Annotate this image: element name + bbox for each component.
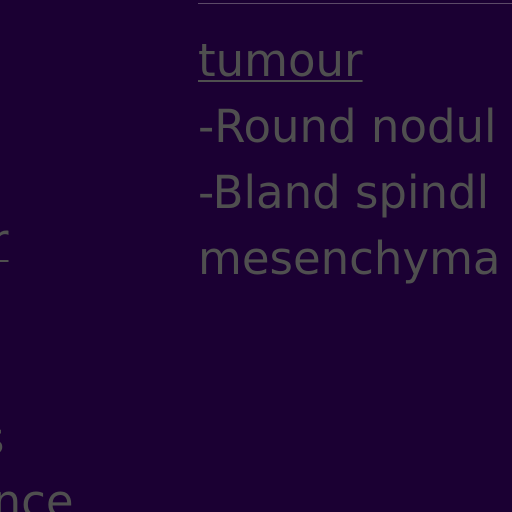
- round-nodule-line: -Round nodul: [198, 100, 497, 153]
- top-divider: [198, 3, 512, 4]
- left-fragment-s: s: [0, 414, 4, 464]
- bland-spindle-line: -Bland spindl: [198, 166, 490, 219]
- left-fragment-ance: ance: [0, 475, 74, 512]
- right-text-column: tumour -Round nodul -Bland spindl mesenc…: [198, 28, 500, 292]
- mesenchymal-line: mesenchyma: [198, 232, 501, 285]
- slide-page: tumour -Round nodul -Bland spindl mesenc…: [0, 0, 512, 512]
- left-fragment-r: r: [0, 216, 9, 266]
- tumour-heading: tumour: [198, 34, 363, 87]
